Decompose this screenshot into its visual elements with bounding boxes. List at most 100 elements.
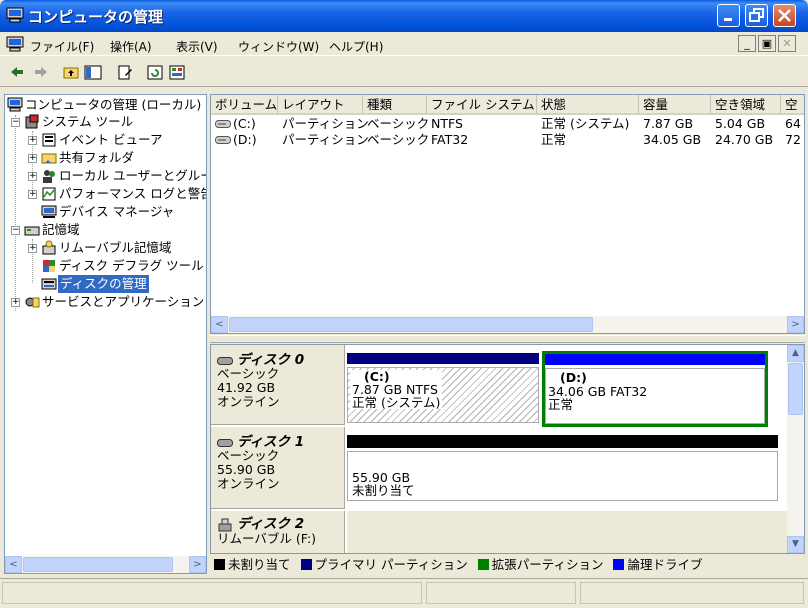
menu-action[interactable]: 操作(A) [110,38,152,55]
computer-icon [7,97,23,112]
legend-item-unallocated: 未割り当て [210,557,291,572]
minimize-button[interactable] [717,4,740,27]
forward-arrow-icon[interactable] [32,64,50,81]
primary-partition-bar [347,353,539,364]
drive-icon [215,136,231,144]
removable-storage-icon [42,240,56,255]
legend-item-extended: 拡張パーティション [472,557,603,572]
disk-status: オンライン [217,394,280,409]
mdi-minimize-button[interactable]: _ [738,35,756,52]
menu-bar: ファイル(F) 操作(A) 表示(V) ウィンドウ(W) ヘルプ(H) _ ▣ … [0,32,808,56]
back-arrow-icon[interactable] [8,64,26,81]
column-header-free-space[interactable]: 空き領域 [711,95,781,115]
expand-toggle[interactable]: + [28,244,37,253]
unallocated-space[interactable]: 55.90 GB 未割り当て [347,435,778,503]
unallocated-bar [347,435,778,448]
expand-toggle[interactable]: + [28,136,37,145]
pane-splitter[interactable] [210,335,805,343]
mdi-restore-button[interactable]: ▣ [758,35,776,52]
column-header-volume[interactable]: ボリューム [211,95,278,115]
close-button[interactable] [773,4,796,27]
collapse-toggle[interactable]: − [11,118,20,127]
expand-toggle[interactable]: + [28,172,37,181]
disk-type: ベーシック [217,448,280,463]
shared-folder-icon [41,153,57,164]
scroll-left-button[interactable]: < [5,556,22,573]
close-icon [778,9,791,22]
disk-1-info[interactable]: ディスク 1 ベーシック 55.90 GB オンライン [211,427,345,509]
menu-view[interactable]: 表示(V) [176,38,218,55]
scroll-right-button[interactable]: > [189,556,206,573]
removable-disk-icon [218,518,232,531]
disk-type: ベーシック [217,366,280,381]
disk-icon [217,438,233,447]
scroll-down-button[interactable]: ▼ [787,536,804,553]
status-cell-2 [426,582,576,604]
legend-item-primary: プライマリ パーティション [295,557,468,572]
scroll-thumb[interactable] [229,317,593,332]
menu-window[interactable]: ウィンドウ(W) [238,38,319,55]
export-list-icon[interactable] [168,64,186,81]
maximize-button[interactable] [745,4,768,27]
disk-size: 41.92 GB [217,380,276,395]
defrag-icon [43,260,55,272]
title-bar[interactable]: コンピュータの管理 [0,0,808,32]
window-title: コンピュータの管理 [28,8,164,26]
scroll-right-button[interactable]: > [787,316,804,333]
disk-name: ディスク 2 [236,516,305,532]
console-icon[interactable] [6,36,24,52]
volume-list: ボリューム レイアウト 種類 ファイル システム 状態 容量 空き領域 空 (C… [210,94,805,334]
menu-file[interactable]: ファイル(F) [30,38,94,55]
disk-size: 55.90 GB [217,462,276,477]
disk-2-media-area [347,511,787,553]
disk-0-info[interactable]: ディスク 0 ベーシック 41.92 GB オンライン [211,345,345,425]
graph-vertical-scrollbar[interactable]: ▲ ▼ [787,345,804,553]
column-header-capacity[interactable]: 容量 [639,95,711,115]
expand-toggle[interactable]: + [11,298,20,307]
status-cell-main [2,582,422,604]
scroll-up-button[interactable]: ▲ [787,345,804,362]
toolbar [0,57,808,87]
disk-type: リムーバブル (F:) [217,530,317,546]
disk-management-icon [41,278,57,290]
list-horizontal-scrollbar[interactable]: < > [211,316,804,333]
disk-2-info[interactable]: ディスク 2 リムーバブル (F:) [211,511,345,553]
properties-icon[interactable] [116,64,134,81]
legend-swatch [214,559,225,570]
column-header-file-system[interactable]: ファイル システム [427,95,537,115]
tree-horizontal-scrollbar[interactable]: < > [5,556,206,573]
expand-toggle[interactable]: + [28,190,37,199]
volume-c[interactable]: (C:) 7.87 GB NTFS 正常 (システム) [347,353,539,425]
volume-status: 正常 [548,397,574,412]
refresh-icon[interactable] [146,64,164,81]
restore-icon [749,8,764,22]
scroll-thumb[interactable] [23,557,173,572]
performance-icon [42,187,56,201]
legend-swatch [300,559,312,570]
volume-c-hatch: (C:) 7.87 GB NTFS 正常 (システム) [347,367,539,423]
partition-legend: 未割り当て プライマリ パーティション 拡張パーティション 論理ドライブ [210,556,805,574]
unallocated-label: 未割り当て [352,483,415,498]
column-header-status[interactable]: 状態 [537,95,639,115]
device-manager-icon [41,205,57,218]
minimize-icon [724,18,732,21]
up-folder-icon[interactable] [62,64,80,81]
show-tree-icon[interactable] [84,64,102,81]
column-header-type[interactable]: 種類 [363,95,427,115]
services-icon [25,297,40,308]
volume-d[interactable]: (D:) 34.06 GB FAT32 正常 [542,351,768,427]
menu-help[interactable]: ヘルプ(H) [329,38,383,55]
collapse-toggle[interactable]: − [11,226,20,235]
column-header-percent-free[interactable]: 空 [781,95,804,115]
legend-item-logical: 論理ドライブ [607,557,702,572]
volume-status: 正常 (システム) [352,395,441,410]
mdi-close-button[interactable]: ✕ [778,35,796,52]
expand-toggle[interactable]: + [28,154,37,163]
scroll-thumb[interactable] [788,363,803,415]
storage-icon [24,226,40,236]
scroll-left-button[interactable]: < [211,316,228,333]
legend-swatch [613,559,625,570]
drive-icon [215,120,231,128]
console-tree: コンピュータの管理 (ローカル) − システム ツール + イベント ビューア … [4,94,207,574]
column-header-layout[interactable]: レイアウト [278,95,363,115]
